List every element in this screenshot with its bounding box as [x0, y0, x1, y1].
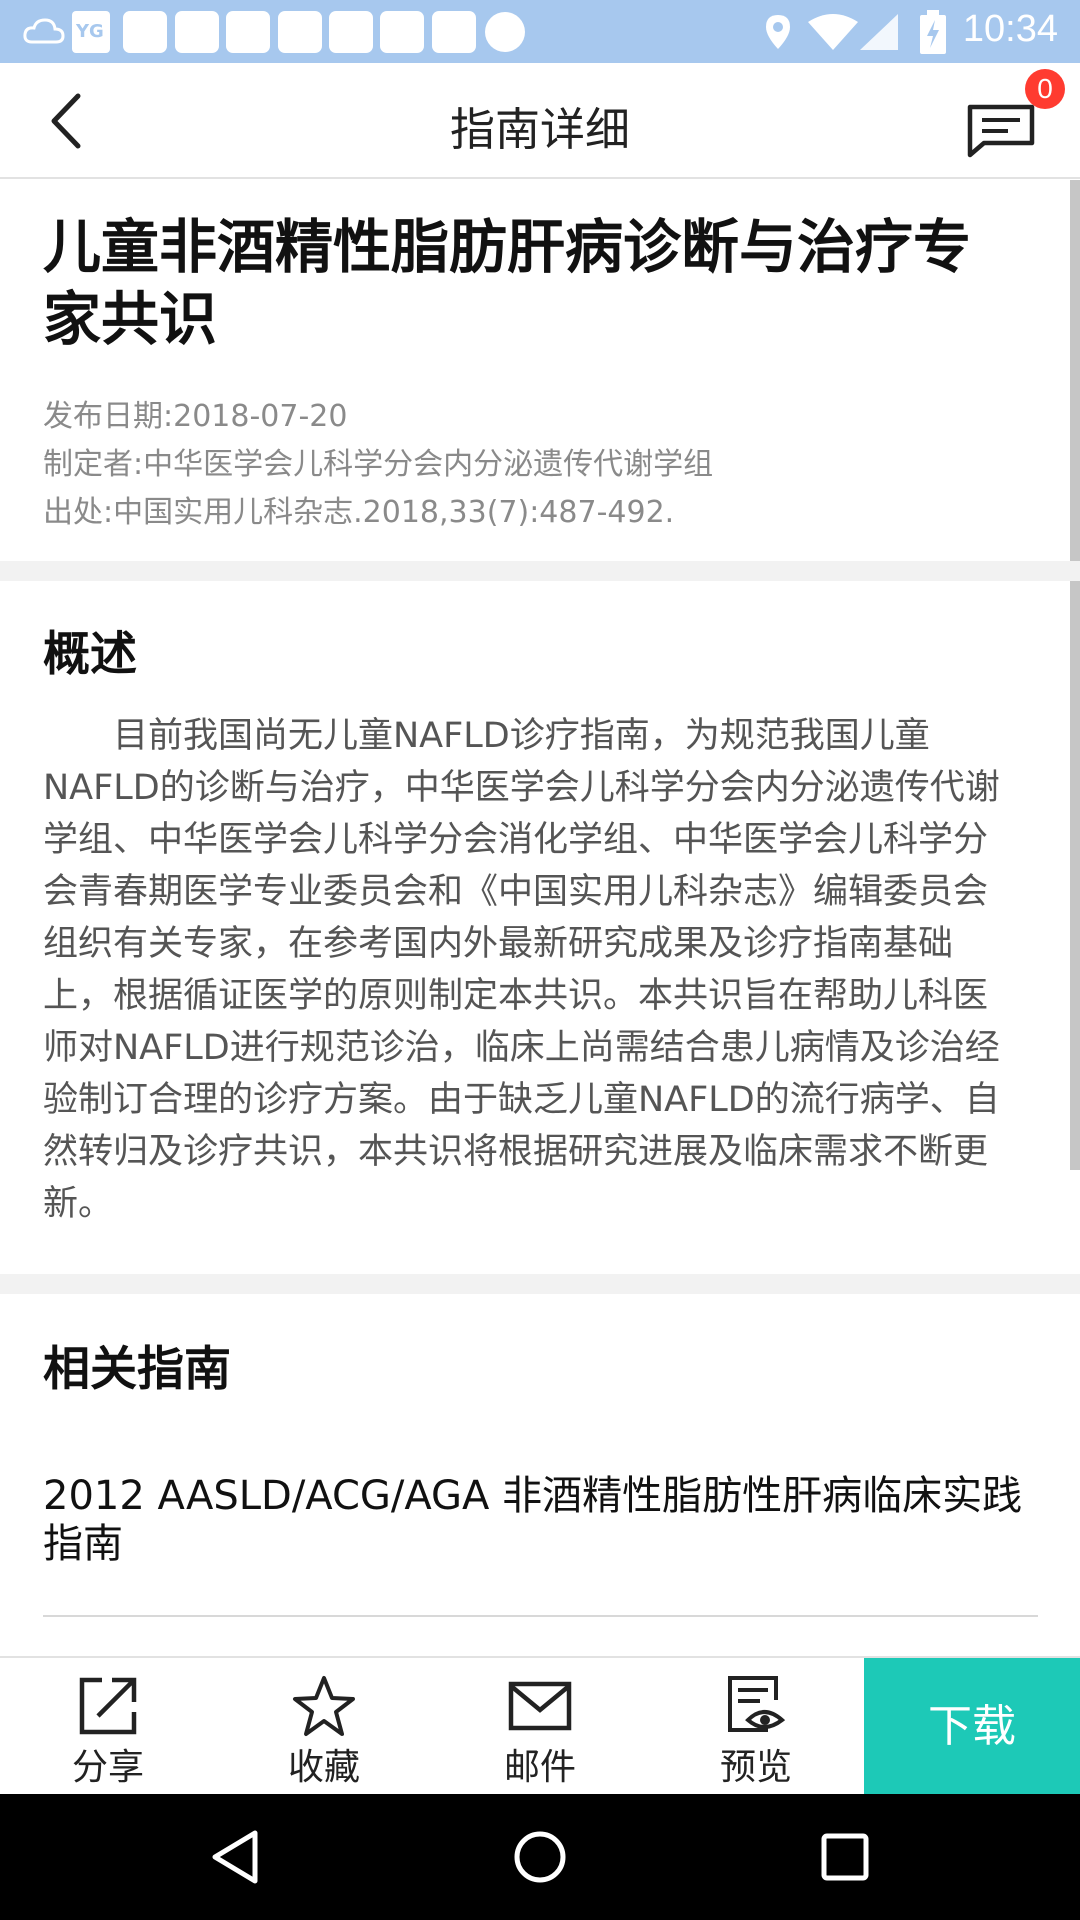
notification-icon — [175, 11, 219, 53]
related-heading: 相关指南 — [43, 1342, 231, 1397]
app-notification-icon: YG — [72, 11, 110, 53]
notification-icon — [123, 11, 167, 53]
wifi-icon — [808, 14, 858, 50]
notification-icon — [226, 11, 270, 53]
preview-icon — [728, 1676, 786, 1732]
page-title: 指南详细 — [449, 103, 630, 156]
list-divider — [43, 1615, 1038, 1617]
weather-cloud-icon — [23, 18, 65, 44]
navigation-bar — [0, 1794, 1080, 1920]
email-label: 邮件 — [503, 1747, 576, 1788]
action-bar: 分享 收藏 邮件 预览 下载 — [0, 1656, 1080, 1796]
preview-label: 预览 — [719, 1747, 792, 1788]
status-bar: YG 10:34 — [0, 0, 1080, 63]
notification-dot-icon — [485, 12, 525, 52]
scroll-indicator — [1070, 180, 1080, 1170]
star-icon — [293, 1676, 355, 1736]
email-button[interactable]: 邮件 — [432, 1658, 648, 1796]
guide-title: 儿童非酒精性脂肪肝病诊断与治疗专家共识 — [43, 213, 972, 353]
preview-button[interactable]: 预览 — [648, 1658, 864, 1796]
section-divider — [0, 561, 1080, 581]
message-icon — [967, 104, 1035, 158]
download-button[interactable]: 下载 — [864, 1658, 1080, 1796]
app-header: 指南详细 0 — [0, 63, 1080, 179]
share-label: 分享 — [71, 1747, 144, 1788]
nav-home-icon[interactable] — [510, 1827, 570, 1887]
overview-text: 目前我国尚无儿童NAFLD诊疗指南，为规范我国儿童NAFLD的诊断与治疗，中华医… — [43, 716, 1000, 1224]
notification-icon — [380, 11, 424, 53]
signal-icon — [860, 14, 898, 50]
share-button[interactable]: 分享 — [0, 1658, 216, 1796]
share-icon — [79, 1677, 137, 1735]
svg-text:YG: YG — [75, 21, 104, 42]
nav-back-icon[interactable] — [205, 1827, 265, 1887]
favorite-button[interactable]: 收藏 — [216, 1658, 432, 1796]
overview-heading: 概述 — [43, 627, 137, 682]
section-divider — [0, 1274, 1080, 1294]
status-time: 10:34 — [962, 8, 1058, 50]
location-icon — [766, 15, 790, 49]
guide-source: 出处:中国实用儿科杂志.2018,33(7):487-492. — [43, 495, 675, 530]
favorite-label: 收藏 — [287, 1747, 360, 1788]
notification-icon — [432, 11, 476, 53]
battery-charging-icon — [920, 10, 946, 54]
guide-header: 儿童非酒精性脂肪肝病诊断与治疗专家共识 发布日期:2018-07-20 制定者:… — [0, 181, 1070, 561]
guide-author: 制定者:中华医学会儿科学分会内分泌遗传代谢学组 — [43, 447, 714, 482]
related-guide-item[interactable]: 2012 AASLD/ACG/AGA 非酒精性脂肪性肝病临床实践指南 — [43, 1472, 1038, 1568]
message-badge: 0 — [1025, 69, 1065, 109]
notification-icon — [329, 11, 373, 53]
mail-icon — [508, 1681, 572, 1731]
publish-date: 发布日期:2018-07-20 — [43, 399, 348, 434]
nav-recents-icon[interactable] — [815, 1827, 875, 1887]
notification-icon — [278, 11, 322, 53]
